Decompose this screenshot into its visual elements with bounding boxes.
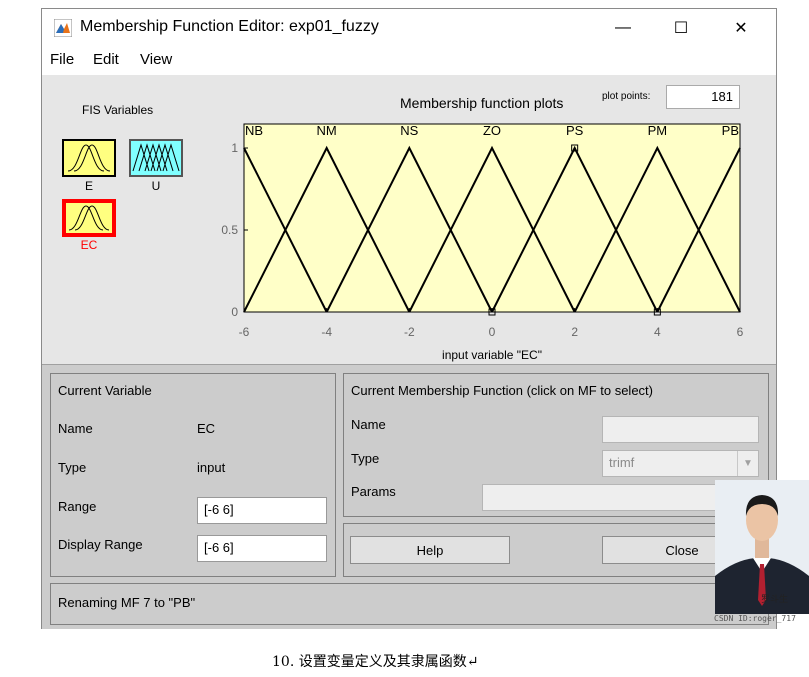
mf-type-label: Type [351, 451, 380, 466]
mf-params-label: Params [351, 484, 396, 499]
mf-label-ns: NS [400, 123, 418, 138]
mf-name-input[interactable] [602, 416, 759, 443]
range-label: Range [58, 499, 97, 514]
buttons-panel: Help Close [343, 523, 769, 577]
menu-view[interactable]: View [140, 51, 172, 68]
mf-editor-window: Membership Function Editor: exp01_fuzzy … [41, 8, 777, 629]
window-title: Membership Function Editor: exp01_fuzzy [80, 18, 379, 35]
mf-label-nm: NM [317, 123, 337, 138]
plot-background [243, 123, 741, 313]
variable-type-label: Type [58, 460, 87, 475]
y-tick-label: 0.5 [221, 223, 238, 237]
mf-label-pm: PM [648, 123, 668, 138]
current-mf-title: Current Membership Function (click on MF… [351, 383, 653, 398]
mf-label-ps: PS [566, 123, 584, 138]
variable-type-value: input [197, 460, 226, 475]
status-message: Renaming MF 7 to "PB" [58, 595, 196, 610]
close-window-button[interactable]: ✕ [718, 9, 764, 47]
help-button[interactable]: Help [350, 536, 510, 564]
mf-type-select[interactable]: trimf ▼ [602, 450, 759, 477]
mf-name-label: Name [351, 417, 386, 432]
variable-name-label: Name [58, 421, 93, 436]
mf-label-nb: NB [245, 123, 263, 138]
membership-function-chart[interactable]: 0 0.5 1 -6 -4 -2 0 2 4 6 NB NM NS ZO PS PM PB input varia… [42, 75, 776, 364]
range-input[interactable]: [-6 6] [197, 497, 327, 524]
plot-area: FIS Variables E U EC Membership function… [42, 75, 776, 364]
status-panel: Renaming MF 7 to "PB" [50, 583, 769, 625]
x-tick-label: 4 [654, 325, 661, 339]
variable-name-value: EC [197, 421, 216, 436]
csdn-watermark: CSDN ID:roger_717 [714, 614, 796, 623]
menu-bar: File Edit View [42, 47, 776, 75]
minimize-button[interactable]: — [600, 9, 646, 47]
title-bar[interactable]: Membership Function Editor: exp01_fuzzy … [42, 9, 776, 47]
x-tick-label: -4 [321, 325, 332, 339]
matlab-app-icon [54, 19, 72, 37]
y-tick-label: 1 [231, 141, 238, 155]
author-photo: 罗斗生 [715, 480, 809, 614]
y-tick-label: 0 [231, 305, 238, 319]
mf-type-value: trimf [609, 455, 635, 470]
current-mf-panel: Current Membership Function (click on MF… [343, 373, 769, 517]
x-axis-label: input variable "EC" [442, 348, 542, 362]
display-range-input[interactable]: [-6 6] [197, 535, 327, 562]
chevron-down-icon: ▼ [737, 451, 758, 476]
current-variable-title: Current Variable [58, 383, 152, 398]
signature-text: 罗斗生 [761, 595, 789, 605]
x-tick-label: 2 [571, 325, 578, 339]
properties-area: Current Variable Name EC Type input Rang… [42, 364, 776, 629]
maximize-button[interactable]: ☐ [658, 9, 704, 47]
mf-label-pb: PB [722, 123, 739, 138]
x-tick-label: 6 [737, 325, 744, 339]
x-tick-label: -6 [239, 325, 250, 339]
menu-edit[interactable]: Edit [93, 51, 119, 68]
menu-file[interactable]: File [50, 51, 74, 68]
figure-caption: 10. 设置变量定义及其隶属函数↵ [272, 654, 479, 670]
mf-label-zo: ZO [483, 123, 501, 138]
x-tick-label: -2 [404, 325, 415, 339]
current-variable-panel: Current Variable Name EC Type input Rang… [50, 373, 336, 577]
x-tick-label: 0 [489, 325, 496, 339]
display-range-label: Display Range [58, 537, 143, 552]
